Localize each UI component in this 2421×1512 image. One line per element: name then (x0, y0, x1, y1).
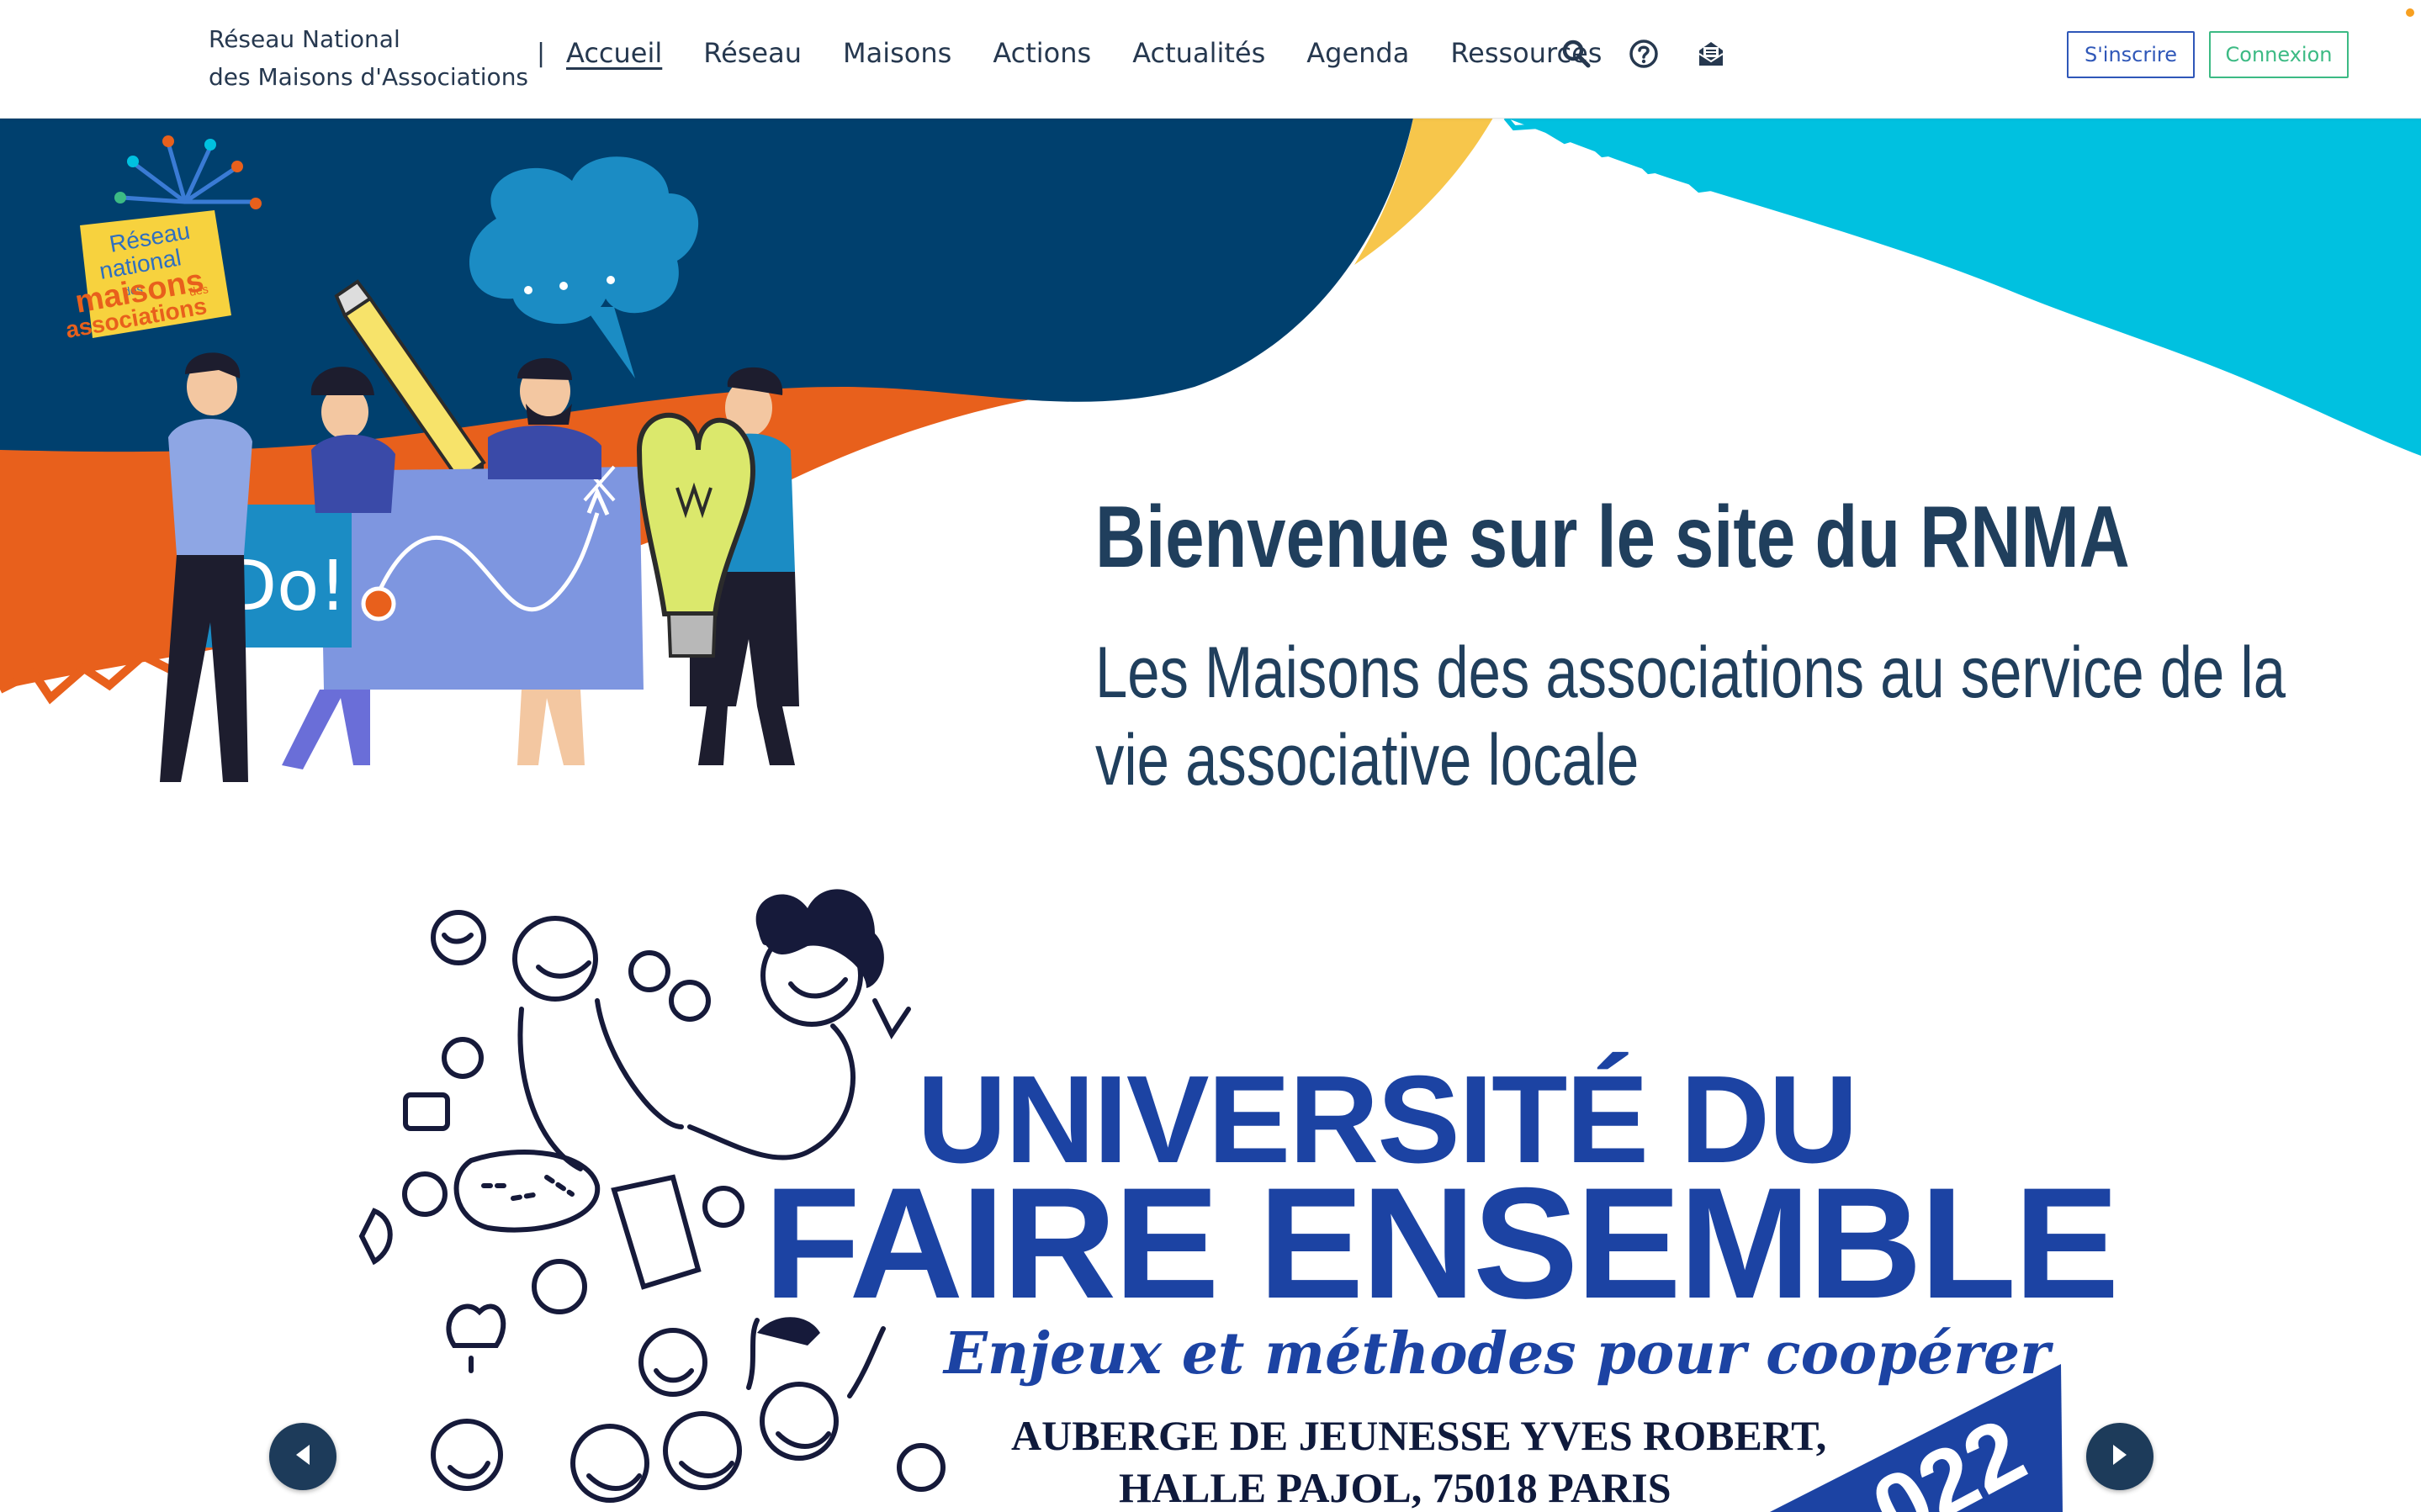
chevron-right-icon (2110, 1443, 2130, 1470)
nav-item-actions[interactable]: Actions (993, 37, 1091, 69)
carousel-next-button[interactable] (2086, 1423, 2153, 1490)
chevron-left-icon (293, 1443, 313, 1470)
nav-item-agenda[interactable]: Agenda (1306, 37, 1409, 69)
slide-location-line-2: HALLE PAJOL, 75018 PARIS (1119, 1464, 1671, 1511)
login-button[interactable]: Connexion (2209, 31, 2349, 78)
site-header: Réseau National des Maisons d'Associatio… (0, 0, 2421, 119)
hero-banner: Réseau national des maisons des associat… (0, 118, 2421, 875)
brand-line-1: Réseau National (209, 25, 400, 53)
nav-item-accueil[interactable]: Accueil (566, 37, 662, 69)
hero-subtitle: Les Maisons des associations au service … (1095, 632, 2286, 801)
newsletter-icon[interactable] (1696, 39, 1726, 69)
main-nav: Accueil Réseau Maisons Actions Actualité… (566, 37, 1643, 69)
nav-item-actualites[interactable]: Actualités (1132, 37, 1265, 69)
carousel-prev-button[interactable] (269, 1423, 336, 1490)
year-banner: 022 (1769, 1364, 2063, 1512)
notification-dot (2406, 8, 2414, 17)
slide-location-line-1: AUBERGE DE JEUNESSE YVES ROBERT, (1011, 1412, 1827, 1459)
slide-title-line-2: FAIRE ENSEMBLE (764, 1155, 2119, 1331)
brand-line-2: des Maisons d'Associations (209, 63, 529, 91)
brand-separator: | (537, 39, 546, 68)
event-carousel: UNIVERSITÉ DU FAIRE ENSEMBLE Enjeux et m… (0, 875, 2421, 1512)
nav-item-maisons[interactable]: Maisons (843, 37, 951, 69)
help-icon[interactable] (1629, 39, 1659, 69)
site-brand[interactable]: Réseau National des Maisons d'Associatio… (209, 20, 528, 96)
nav-item-reseau[interactable]: Réseau (703, 37, 802, 69)
nav-icon-group (1561, 39, 1726, 69)
search-icon[interactable] (1561, 39, 1592, 69)
hero-title: Bienvenue sur le site du RNMA (1095, 489, 2130, 586)
signup-button[interactable]: S'inscrire (2067, 31, 2195, 78)
